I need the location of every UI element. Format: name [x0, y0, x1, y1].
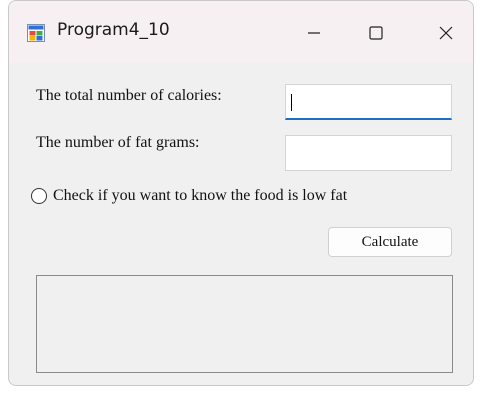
- maximize-icon: [369, 26, 383, 40]
- calculate-button[interactable]: Calculate: [328, 227, 452, 257]
- low-fat-radio-option[interactable]: Check if you want to know the food is lo…: [31, 187, 347, 205]
- app-window: Program4_10 The total number of calories…: [8, 0, 474, 386]
- low-fat-radio-button[interactable]: [31, 188, 47, 204]
- window-title: Program4_10: [57, 20, 170, 40]
- close-button[interactable]: [423, 13, 469, 53]
- low-fat-radio-label[interactable]: Check if you want to know the food is lo…: [53, 187, 347, 205]
- calories-label: The total number of calories:: [36, 87, 222, 104]
- result-output-label: [36, 275, 453, 373]
- maximize-button[interactable]: [353, 13, 399, 53]
- minimize-icon: [308, 32, 320, 34]
- fat-grams-label: The number of fat grams:: [36, 134, 200, 151]
- calories-input[interactable]: [285, 84, 452, 120]
- close-icon: [439, 26, 453, 40]
- title-bar[interactable]: Program4_10: [9, 1, 473, 63]
- text-caret: [291, 94, 292, 111]
- winforms-app-icon: [27, 24, 45, 42]
- minimize-button[interactable]: [291, 13, 337, 53]
- fat-grams-input[interactable]: [285, 135, 452, 171]
